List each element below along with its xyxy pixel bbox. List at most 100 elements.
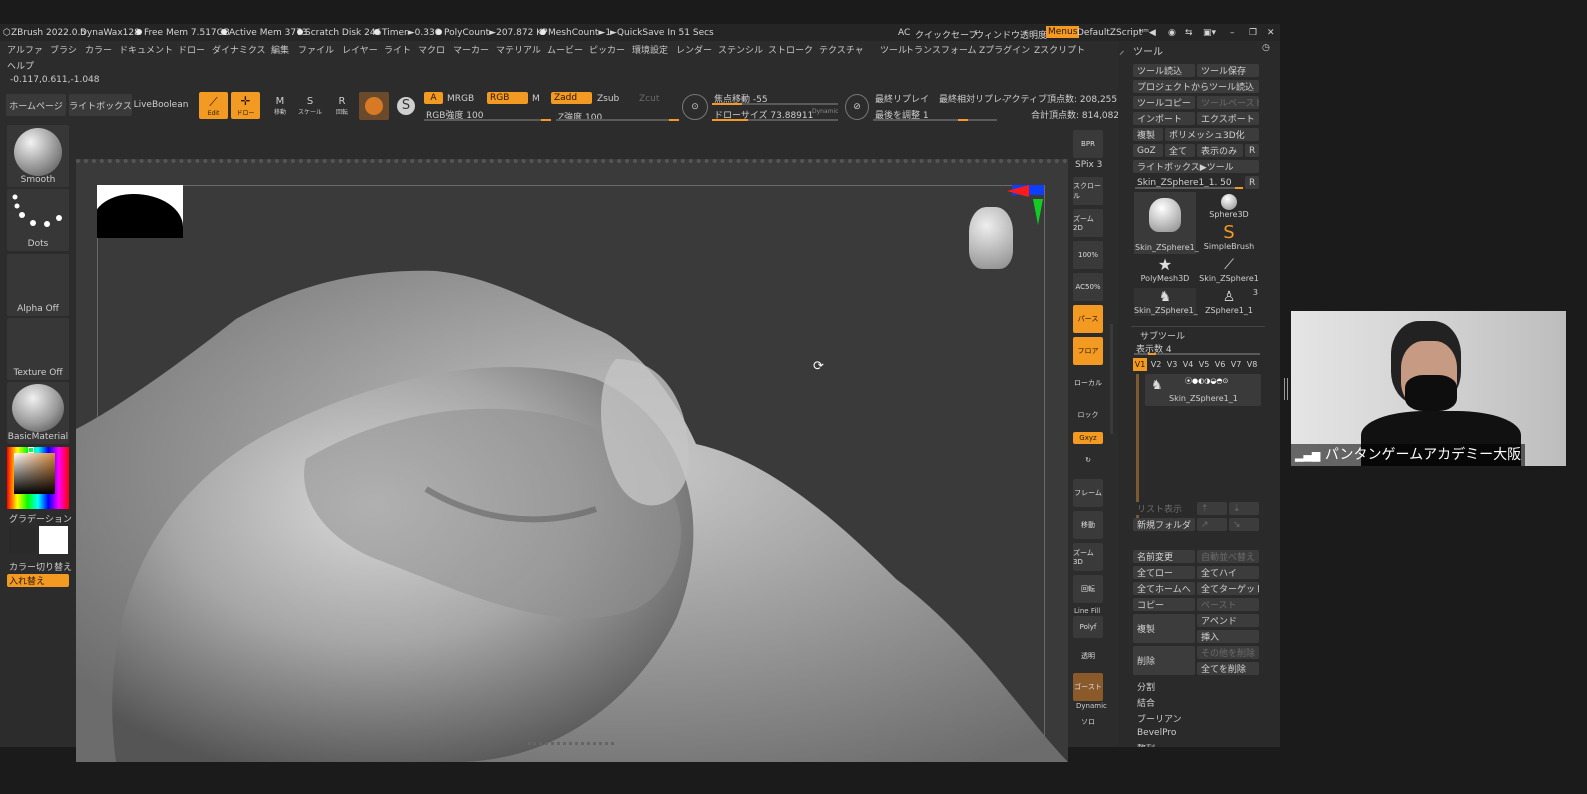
frame-button[interactable]: フレーム: [1073, 479, 1103, 507]
make-polymesh-button[interactable]: ポリメッシュ3D化: [1165, 128, 1259, 141]
liveboolean-button[interactable]: LiveBoolean: [134, 94, 188, 116]
menu-23[interactable]: Zスクリプト: [1034, 43, 1085, 56]
tool-thumb-polymesh3d[interactable]: ★ PolyMesh3D: [1134, 256, 1196, 284]
list-all-button[interactable]: リスト表示: [1133, 502, 1195, 515]
draw-size-slider[interactable]: [712, 119, 838, 121]
goz-r-button[interactable]: R: [1245, 144, 1259, 157]
version-tab-v6[interactable]: V6: [1213, 358, 1227, 371]
zadd-toggle[interactable]: Zadd: [551, 92, 592, 104]
all-home-button[interactable]: 全てホームへ: [1133, 582, 1195, 595]
actual-size-button[interactable]: 100%: [1073, 241, 1103, 269]
window-transparency-slider[interactable]: ウィンドウ透明度: [975, 28, 1047, 41]
menu-3[interactable]: ドキュメント: [119, 43, 173, 56]
draw-icon-d[interactable]: ⊘: [845, 94, 869, 120]
version-tab-v3[interactable]: V3: [1165, 358, 1179, 371]
floor-button[interactable]: フロア: [1073, 337, 1103, 365]
adjust-last-slider[interactable]: [873, 119, 997, 121]
subtool-copy-button[interactable]: コピー: [1133, 598, 1195, 611]
rename-button[interactable]: 名前変更: [1133, 550, 1195, 563]
close-icon[interactable]: ✕: [1267, 28, 1275, 38]
layout-cycle-icon[interactable]: ▣▾: [1203, 28, 1216, 38]
delete-other-button[interactable]: その他を削除: [1197, 646, 1259, 659]
menu-10[interactable]: マクロ: [418, 43, 445, 56]
goz-visible-button[interactable]: 表示のみ: [1197, 144, 1243, 157]
mrgb-toggle[interactable]: MRGB: [447, 94, 474, 104]
version-tab-v4[interactable]: V4: [1181, 358, 1195, 371]
sculpt-model[interactable]: [76, 159, 1068, 762]
minimize-icon[interactable]: –: [1230, 28, 1235, 38]
copy-tool-button[interactable]: ツールコピー: [1133, 96, 1195, 109]
paste-tool-button[interactable]: ツールペースト: [1197, 96, 1259, 109]
menu-14[interactable]: ピッカー: [589, 43, 625, 56]
move-down-icon[interactable]: ⇣: [1229, 502, 1259, 515]
split-section[interactable]: 分割: [1137, 680, 1155, 693]
tool-thumb-sphere3d[interactable]: Sphere3D: [1198, 194, 1260, 222]
duplicate-button[interactable]: 複製: [1133, 614, 1195, 643]
bottom-shelf-handle[interactable]: [528, 742, 614, 747]
menu-12[interactable]: マテリアル: [496, 43, 541, 56]
clone-button[interactable]: 複製: [1133, 128, 1163, 141]
canvas-viewport[interactable]: ⟳: [76, 159, 1068, 762]
insert-button[interactable]: 挿入: [1197, 630, 1259, 643]
homepage-button[interactable]: ホームページ: [6, 94, 66, 116]
palette-close-icon[interactable]: ◷: [1262, 43, 1270, 53]
last-replay-button[interactable]: 最終リプレイ: [875, 92, 929, 105]
a-toggle[interactable]: A: [424, 92, 443, 104]
rotate-axis-icon[interactable]: ↻: [1073, 448, 1103, 472]
all-high-button[interactable]: 全てハイ: [1197, 566, 1259, 579]
visible-count-slider[interactable]: [1134, 353, 1260, 355]
menu-19[interactable]: テクスチャ: [819, 43, 864, 56]
refresh-icon[interactable]: ◉: [1168, 28, 1176, 38]
menu-1[interactable]: ブラシ: [50, 43, 77, 56]
zoom2d-button[interactable]: ズーム2D: [1073, 209, 1103, 237]
ghost-button[interactable]: ゴースト: [1073, 673, 1103, 701]
menu-16[interactable]: レンダー: [676, 43, 712, 56]
menu-help[interactable]: ヘルプ: [7, 59, 34, 72]
gradient-toggle[interactable]: グラデーション: [9, 512, 72, 525]
color-switch-button[interactable]: カラー切り替え: [9, 560, 72, 573]
new-folder-button[interactable]: 新規フォルダ: [1133, 518, 1195, 531]
scroll-button[interactable]: スクロール: [1073, 177, 1103, 205]
export-button[interactable]: エクスポート: [1197, 112, 1259, 125]
perspective-button[interactable]: パース: [1073, 305, 1103, 333]
menu-0[interactable]: アルファ: [7, 43, 43, 56]
alpha-slot[interactable]: Alpha Off: [7, 254, 69, 316]
menu-18[interactable]: ストローク: [768, 43, 813, 56]
tool-thumb-simplebrush[interactable]: S SimpleBrush: [1198, 224, 1260, 252]
all-target-button[interactable]: 全てターゲット: [1197, 582, 1259, 595]
menu-13[interactable]: ムービー: [547, 43, 583, 56]
all-low-button[interactable]: 全てロー: [1133, 566, 1195, 579]
version-tab-v7[interactable]: V7: [1229, 358, 1243, 371]
menu-2[interactable]: カラー: [85, 43, 112, 56]
material-swatch[interactable]: [359, 92, 389, 120]
move-up-icon[interactable]: ⇡: [1197, 502, 1227, 515]
panel-splitter[interactable]: [1110, 324, 1113, 434]
menu-20[interactable]: ツール: [880, 43, 907, 56]
color-sphere-icon[interactable]: S: [394, 92, 418, 120]
material-slot[interactable]: BasicMaterial: [7, 382, 69, 444]
last-relative-replay-button[interactable]: 最終相対リプレ-: [939, 92, 1005, 105]
folder-up-icon[interactable]: ↗: [1197, 518, 1227, 531]
version-tab-v5[interactable]: V5: [1197, 358, 1211, 371]
tool-thumb-skin3[interactable]: ♞ Skin_ZSphere1_: [1134, 288, 1198, 316]
main-color-swatch[interactable]: [39, 526, 68, 554]
rotate-button[interactable]: R 回転: [330, 94, 354, 118]
lightbox-button[interactable]: ライトボックス: [69, 94, 132, 116]
menu-5[interactable]: ダイナミクス: [212, 43, 266, 56]
tool-thumb-zsphere[interactable]: ♙ ZSphere1_1 3: [1198, 288, 1260, 316]
focal-shift-icon[interactable]: ⊙: [682, 94, 708, 120]
zsub-toggle[interactable]: Zsub: [597, 94, 619, 104]
color-picker[interactable]: [7, 447, 69, 509]
rgb-toggle[interactable]: RGB: [487, 92, 528, 104]
tool-r-button[interactable]: R: [1245, 176, 1259, 189]
local-button[interactable]: ローカル: [1073, 369, 1103, 397]
move-view-button[interactable]: 移動: [1073, 511, 1103, 539]
layout-icon[interactable]: ᵎᵎᵐ◀: [1140, 28, 1156, 38]
lightbox-tool-button[interactable]: ライトボックス▶ツール: [1133, 160, 1259, 173]
subtool-scrollbar[interactable]: [1136, 374, 1139, 522]
auto-reorder-button[interactable]: 自動並べ替え: [1197, 550, 1259, 563]
default-zscript-button[interactable]: DefaultZScript: [1077, 28, 1142, 38]
texture-slot[interactable]: Texture Off: [7, 318, 69, 380]
menu-11[interactable]: マーカー: [453, 43, 489, 56]
rotate-view-button[interactable]: 回転: [1073, 575, 1103, 603]
